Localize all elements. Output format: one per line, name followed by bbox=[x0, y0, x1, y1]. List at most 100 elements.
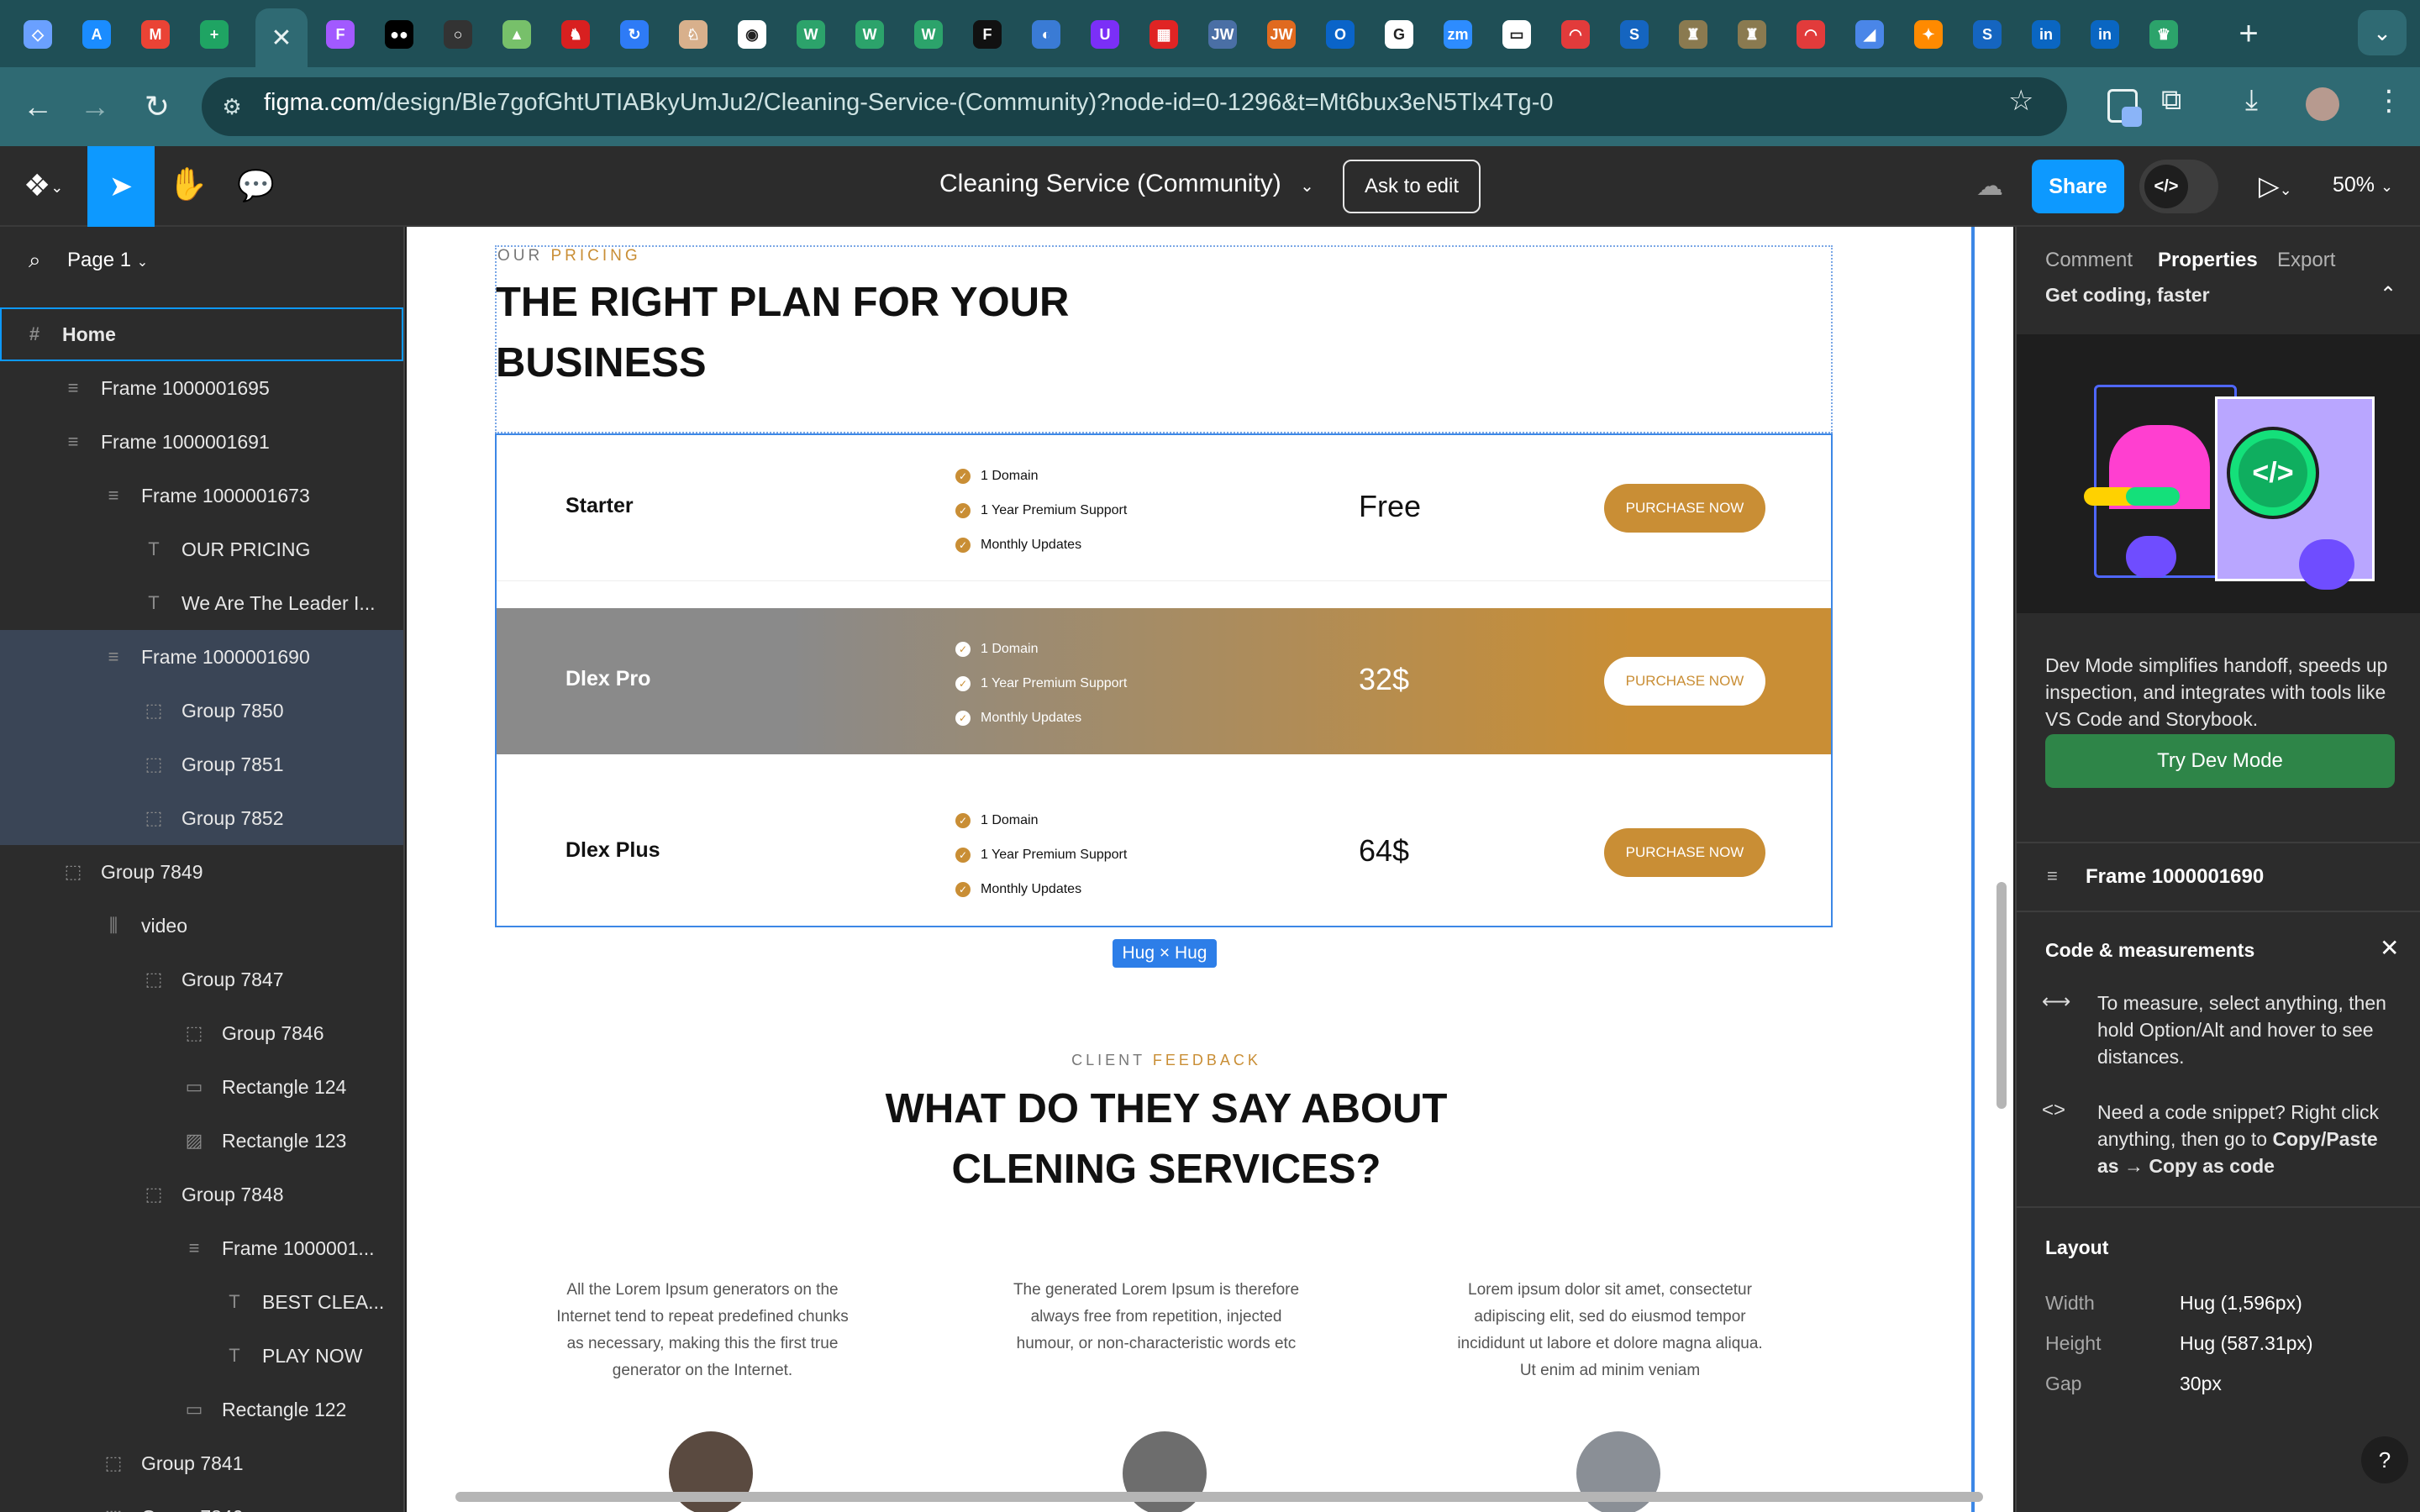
browser-tab[interactable]: ♛ bbox=[2138, 12, 2190, 57]
browser-tab[interactable]: G bbox=[1373, 12, 1425, 57]
layer-item[interactable]: ⬚ Group 7846 bbox=[0, 1006, 403, 1060]
page-selector[interactable]: Page 1 ⌄ bbox=[67, 249, 148, 272]
purchase-now-button[interactable]: PURCHASE NOW bbox=[1604, 828, 1765, 877]
layer-item[interactable]: ≡ Frame 1000001691 bbox=[0, 415, 403, 469]
close-icon[interactable]: ✕ bbox=[271, 24, 292, 53]
browser-tab[interactable]: M bbox=[129, 12, 182, 57]
layout-value[interactable]: Hug (587.31px) bbox=[2180, 1332, 2313, 1355]
close-icon[interactable]: ✕ bbox=[2380, 934, 2399, 962]
extension-icon[interactable] bbox=[2107, 89, 2142, 127]
browser-tab[interactable]: A bbox=[71, 12, 123, 57]
purchase-now-button[interactable]: PURCHASE NOW bbox=[1604, 484, 1765, 533]
layout-value[interactable]: 30px bbox=[2180, 1373, 2222, 1395]
tab-properties[interactable]: Properties bbox=[2158, 249, 2258, 272]
browser-tab[interactable]: ▭ bbox=[1491, 12, 1543, 57]
browser-tab[interactable]: in bbox=[2020, 12, 2072, 57]
layer-item[interactable]: ▭ Rectangle 124 bbox=[0, 1060, 403, 1114]
dev-mode-toggle[interactable]: </> bbox=[2139, 160, 2218, 213]
reload-icon[interactable]: ↻ bbox=[136, 86, 178, 128]
browser-tab[interactable]: W bbox=[902, 12, 955, 57]
layer-item[interactable]: ≡ Frame 1000001673 bbox=[0, 469, 403, 522]
horizontal-scrollbar[interactable] bbox=[455, 1492, 1983, 1502]
layer-item[interactable]: T PLAY NOW bbox=[0, 1329, 403, 1383]
browser-tab[interactable]: ○ bbox=[432, 12, 484, 57]
browser-tab[interactable]: ✦ bbox=[1902, 12, 1954, 57]
hand-tool-icon[interactable]: ✋ bbox=[168, 166, 208, 203]
browser-tab[interactable]: F bbox=[961, 12, 1013, 57]
layer-item[interactable]: ⬚ Group 7841 bbox=[0, 1436, 403, 1490]
browser-tab[interactable]: JW bbox=[1255, 12, 1307, 57]
browser-tab[interactable]: + bbox=[188, 12, 240, 57]
layer-item[interactable]: T OUR PRICING bbox=[0, 522, 403, 576]
tab-search-button[interactable]: ⌄ bbox=[2358, 10, 2407, 55]
browser-tab[interactable]: ◇ bbox=[12, 12, 64, 57]
bookmark-star-icon[interactable]: ☆ bbox=[2008, 84, 2033, 118]
layer-item[interactable]: ⬚ Group 7850 bbox=[0, 684, 403, 738]
puzzle-icon[interactable]: ⧉ bbox=[2161, 84, 2181, 117]
forward-icon[interactable]: → bbox=[74, 86, 116, 128]
browser-tab[interactable]: ♜ bbox=[1667, 12, 1719, 57]
browser-tab[interactable]: ♜ bbox=[1726, 12, 1778, 57]
pricing-plan-row[interactable]: Dlex Pro ✓ 1 Domain ✓ 1 Year Premium Support… bbox=[497, 608, 1831, 754]
pricing-plan-row[interactable]: Starter ✓ 1 Domain ✓ 1 Year Premium Support ✓… bbox=[497, 435, 1831, 581]
site-info-icon[interactable]: ⚙ bbox=[215, 87, 249, 126]
layer-item[interactable]: T We Are The Leader I... bbox=[0, 576, 403, 630]
layer-item[interactable]: ≡ Frame 1000001695 bbox=[0, 361, 403, 415]
back-icon[interactable]: ← bbox=[17, 86, 59, 128]
browser-tab[interactable]: ◉ bbox=[726, 12, 778, 57]
ask-to-edit-button[interactable]: Ask to edit bbox=[1343, 160, 1481, 213]
layer-item[interactable]: ⫼ video bbox=[0, 899, 403, 953]
browser-tab[interactable]: zm bbox=[1432, 12, 1484, 57]
browser-tab[interactable]: JW bbox=[1197, 12, 1249, 57]
browser-tab[interactable]: ▲ bbox=[491, 12, 543, 57]
try-dev-mode-button[interactable]: Try Dev Mode bbox=[2045, 734, 2395, 788]
browser-tab[interactable]: U bbox=[1079, 12, 1131, 57]
browser-tab[interactable]: ◠ bbox=[1785, 12, 1837, 57]
layer-item[interactable]: ⬚ Group 7848 bbox=[0, 1168, 403, 1221]
collapse-icon[interactable]: ⌃ bbox=[2380, 282, 2396, 307]
browser-tab[interactable]: S bbox=[1961, 12, 2013, 57]
search-icon[interactable]: ⌕ bbox=[29, 247, 41, 274]
layer-item[interactable]: ⬚ Group 7840 bbox=[0, 1490, 403, 1512]
present-icon[interactable]: ▷⌄ bbox=[2259, 170, 2292, 202]
help-button[interactable]: ? bbox=[2361, 1436, 2408, 1483]
browser-menu-icon[interactable]: ⋮ bbox=[2375, 84, 2403, 118]
move-tool-icon[interactable]: ➤ bbox=[87, 146, 155, 227]
browser-tab[interactable]: ◢ bbox=[1844, 12, 1896, 57]
tab-export[interactable]: Export bbox=[2277, 249, 2335, 272]
browser-tab[interactable]: ✕ bbox=[255, 8, 308, 67]
layer-item[interactable]: # Home bbox=[0, 307, 403, 361]
browser-tab[interactable]: S bbox=[1608, 12, 1660, 57]
pricing-plan-row[interactable]: Dlex Plus ✓ 1 Domain ✓ 1 Year Premium Suppor… bbox=[497, 780, 1831, 926]
layer-item[interactable]: ⬚ Group 7847 bbox=[0, 953, 403, 1006]
profile-avatar[interactable] bbox=[2306, 87, 2339, 121]
browser-tab[interactable]: O bbox=[1314, 12, 1366, 57]
document-title[interactable]: Cleaning Service (Community) ⌄ bbox=[939, 170, 1314, 198]
purchase-now-button[interactable]: PURCHASE NOW bbox=[1604, 657, 1765, 706]
browser-tab[interactable]: ♘ bbox=[667, 12, 719, 57]
browser-tab[interactable]: ▦ bbox=[1138, 12, 1190, 57]
layer-item[interactable]: T BEST CLEA... bbox=[0, 1275, 403, 1329]
download-icon[interactable]: ⤓ bbox=[2245, 84, 2258, 117]
browser-tab[interactable]: W bbox=[844, 12, 896, 57]
share-button[interactable]: Share bbox=[2032, 160, 2124, 213]
browser-tab[interactable]: ↻ bbox=[608, 12, 660, 57]
browser-tab[interactable]: F bbox=[314, 12, 366, 57]
figma-menu-icon[interactable]: ❖⌄ bbox=[24, 168, 63, 203]
new-tab-button[interactable]: + bbox=[2230, 15, 2267, 53]
layer-item[interactable]: ▨ Rectangle 123 bbox=[0, 1114, 403, 1168]
layer-item[interactable]: ▭ Rectangle 122 bbox=[0, 1383, 403, 1436]
browser-tab[interactable]: ◐ bbox=[1020, 12, 1072, 57]
layer-item[interactable]: ≡ Frame 1000001690 bbox=[0, 630, 403, 684]
browser-tab[interactable]: W bbox=[785, 12, 837, 57]
url-text[interactable]: figma.com/design/Ble7gofGhtUTIABkyUmJu2/… bbox=[264, 89, 1553, 117]
browser-tab[interactable]: ♞ bbox=[550, 12, 602, 57]
design-canvas[interactable]: OUR PRICING THE RIGHT PLAN FOR YOUR BUSIN… bbox=[407, 227, 2013, 1512]
zoom-level[interactable]: 50% ⌄ bbox=[2333, 173, 2393, 197]
tab-comment[interactable]: Comment bbox=[2045, 249, 2133, 272]
browser-tab[interactable]: in bbox=[2079, 12, 2131, 57]
layer-item[interactable]: ≡ Frame 1000001... bbox=[0, 1221, 403, 1275]
layer-item[interactable]: ⬚ Group 7849 bbox=[0, 845, 403, 899]
layout-value[interactable]: Hug (1,596px) bbox=[2180, 1292, 2302, 1315]
layer-item[interactable]: ⬚ Group 7852 bbox=[0, 791, 403, 845]
